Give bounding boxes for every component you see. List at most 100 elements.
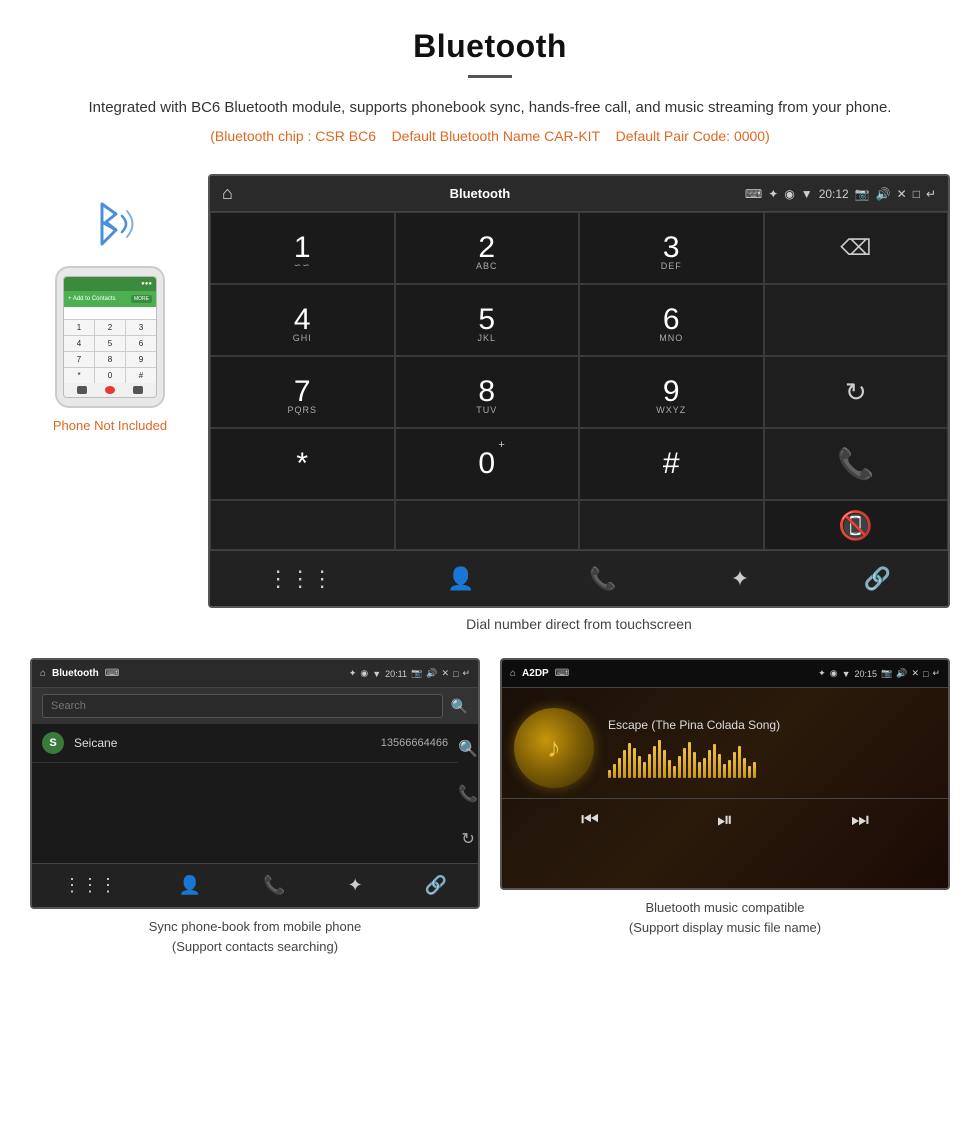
dial-key-4[interactable]: 4 GHI [210, 284, 395, 356]
close-icon: ✕ [897, 187, 907, 201]
dial-key-5[interactable]: 5 JKL [395, 284, 580, 356]
pb-win-icon: □ [453, 669, 458, 679]
header-divider [468, 75, 512, 78]
music-info: Escape (The Pina Colada Song) [608, 718, 936, 778]
pb-home-icon[interactable]: ⌂ [40, 668, 46, 679]
pb-time: 20:11 [385, 669, 407, 679]
pb-back-icon[interactable]: ↵ [462, 668, 470, 679]
music-screen-item: ⌂ A2DP ⌨ ✦ ◉ ▼ 20:15 📷 🔊 ✕ □ ↵ [500, 658, 950, 956]
music-status-right: ✦ ◉ ▼ 20:15 📷 🔊 ✕ □ ↵ [818, 668, 940, 679]
status-right-icons: ⌨ ✦ ◉ ▼ 20:12 📷 🔊 ✕ □ ↵ [745, 187, 936, 201]
dial-key-0[interactable]: 0 + [395, 428, 580, 500]
dial-key-9[interactable]: 9 WXYZ [579, 356, 764, 428]
dial-key-hash[interactable]: # [579, 428, 764, 500]
phone-not-included-label: Phone Not Included [53, 418, 167, 433]
pb-bt-bottom-icon[interactable]: ✦ [348, 875, 363, 896]
bluetooth-icon[interactable]: ✦ [731, 566, 749, 592]
dial-key-2[interactable]: 2 ABC [395, 212, 580, 284]
music-sig-icon: ▼ [842, 669, 851, 679]
usb-icon: ⌨ [745, 187, 762, 201]
contact-avatar-s: S [42, 732, 64, 754]
contacts-icon[interactable]: 👤 [447, 566, 474, 592]
dial-bottom-bar: ⋮⋮⋮ 👤 📞 ✦ 🔗 [210, 550, 948, 606]
pb-status-right: ✦ ◉ ▼ 20:11 📷 🔊 ✕ □ ↵ [349, 668, 470, 679]
dial-key-1[interactable]: 1 ∽∽ [210, 212, 395, 284]
dial-key-6[interactable]: 6 MNO [579, 284, 764, 356]
volume-icon: 🔊 [876, 187, 891, 201]
music-usb-icon: ⌨ [555, 668, 569, 679]
play-pause-button[interactable]: ⏯ [717, 809, 733, 832]
contact-number: 13566664466 [381, 737, 448, 749]
pb-side-refresh-icon[interactable]: ↻ [461, 829, 474, 849]
dial-hangup-button[interactable]: 📵 [764, 500, 949, 550]
music-note-icon: ♪ [547, 732, 561, 764]
next-track-button[interactable]: ⏭ [851, 809, 869, 832]
music-time: 20:15 [855, 669, 878, 679]
dial-call-button[interactable]: 📞 [764, 428, 949, 500]
link-icon[interactable]: 🔗 [863, 566, 890, 592]
dial-key-3[interactable]: 3 DEF [579, 212, 764, 284]
dial-screen-title: Bluetooth [215, 186, 745, 201]
dial-refresh-key[interactable]: ↻ [764, 356, 949, 428]
phonebook-screen-item: ⌂ Bluetooth ⌨ ✦ ◉ ▼ 20:11 📷 🔊 ✕ □ ↵ [30, 658, 480, 956]
music-waveform [608, 738, 936, 778]
contact-row[interactable]: S Seicane 13566664466 [32, 724, 458, 763]
page-header: Bluetooth Integrated with BC6 Bluetooth … [0, 0, 980, 154]
music-close-icon: ✕ [911, 668, 919, 679]
phone-status-bar: ●●● [64, 277, 156, 291]
dial-key-star[interactable]: * [210, 428, 395, 500]
music-car-screen: ⌂ A2DP ⌨ ✦ ◉ ▼ 20:15 📷 🔊 ✕ □ ↵ [500, 658, 950, 890]
header-description: Integrated with BC6 Bluetooth module, su… [60, 96, 920, 120]
phone-device-mockup: ●●● + Add to Contacts MORE 123 456 789 *… [55, 266, 165, 408]
song-title: Escape (The Pina Colada Song) [608, 718, 936, 732]
phonebook-contacts-list: S Seicane 13566664466 [32, 724, 458, 863]
phonebook-side-icons: 🔍 📞 ↻ [458, 724, 478, 863]
music-loc-icon: ◉ [830, 668, 838, 679]
pb-close-icon: ✕ [441, 668, 449, 679]
music-player-area: ♪ Escape (The Pina Colada Song) [502, 688, 948, 798]
pb-dialpad-icon[interactable]: ⋮⋮⋮ [63, 875, 117, 896]
back-icon[interactable]: ↵ [926, 187, 936, 201]
dial-key-7[interactable]: 7 PQRS [210, 356, 395, 428]
calls-icon[interactable]: 📞 [589, 566, 616, 592]
bottom-screens-section: ⌂ Bluetooth ⌨ ✦ ◉ ▼ 20:11 📷 🔊 ✕ □ ↵ [0, 658, 980, 976]
dialpad-grid: 1 ∽∽ 2 ABC 3 DEF ⌫ [210, 212, 948, 550]
music-back-icon[interactable]: ↵ [932, 668, 940, 679]
dial-key-8[interactable]: 8 TUV [395, 356, 580, 428]
pb-contacts-active-icon[interactable]: 👤 [179, 875, 201, 896]
dial-empty-2 [764, 284, 949, 356]
pb-link-icon[interactable]: 🔗 [425, 875, 447, 896]
music-win-icon: □ [923, 669, 928, 679]
phonebook-caption: Sync phone-book from mobile phone (Suppo… [30, 917, 480, 956]
dial-statusbar: ⌂ Bluetooth ⌨ ✦ ◉ ▼ 20:12 📷 🔊 ✕ □ ↵ [210, 176, 948, 212]
page-title: Bluetooth [60, 28, 920, 65]
car-dial-screen: ⌂ Bluetooth ⌨ ✦ ◉ ▼ 20:12 📷 🔊 ✕ □ ↵ [208, 174, 950, 608]
phone-bottom-bar [64, 383, 156, 397]
bluetooth-signal-icon [70, 194, 150, 254]
music-bt-icon: ✦ [818, 668, 826, 679]
signal-icon: ▼ [801, 187, 813, 201]
pb-cam-icon: 📷 [411, 668, 422, 679]
prev-track-button[interactable]: ⏮ [581, 809, 599, 832]
phonebook-car-screen: ⌂ Bluetooth ⌨ ✦ ◉ ▼ 20:11 📷 🔊 ✕ □ ↵ [30, 658, 480, 909]
camera-icon: 📷 [855, 187, 870, 201]
pb-bt-icon: ✦ [349, 668, 357, 679]
phonebook-search-input[interactable] [42, 694, 443, 718]
pb-side-call-icon[interactable]: 📞 [458, 784, 478, 804]
pb-calls-icon[interactable]: 📞 [263, 875, 285, 896]
phonebook-bottom-bar: ⋮⋮⋮ 👤 📞 ✦ 🔗 [32, 863, 478, 907]
phonebook-search-area: 🔍 [32, 688, 478, 724]
search-magnifier-icon[interactable]: 🔍 [451, 698, 468, 715]
pb-vol-icon: 🔊 [426, 668, 437, 679]
music-home-icon[interactable]: ⌂ [510, 668, 516, 679]
phonebook-inner: S Seicane 13566664466 🔍 📞 ↻ [32, 724, 478, 863]
pb-side-search-icon[interactable]: 🔍 [458, 739, 478, 759]
phone-graphic: ●●● + Add to Contacts MORE 123 456 789 *… [30, 174, 190, 433]
music-caption: Bluetooth music compatible (Support disp… [500, 898, 950, 937]
music-statusbar: ⌂ A2DP ⌨ ✦ ◉ ▼ 20:15 📷 🔊 ✕ □ ↵ [502, 660, 948, 688]
pb-sig-icon: ▼ [372, 669, 381, 679]
phone-contact-bar: + Add to Contacts MORE [64, 291, 156, 307]
music-cam-icon: 📷 [881, 668, 892, 679]
dial-backspace-key[interactable]: ⌫ [764, 212, 949, 284]
dialpad-icon[interactable]: ⋮⋮⋮ [267, 566, 333, 592]
